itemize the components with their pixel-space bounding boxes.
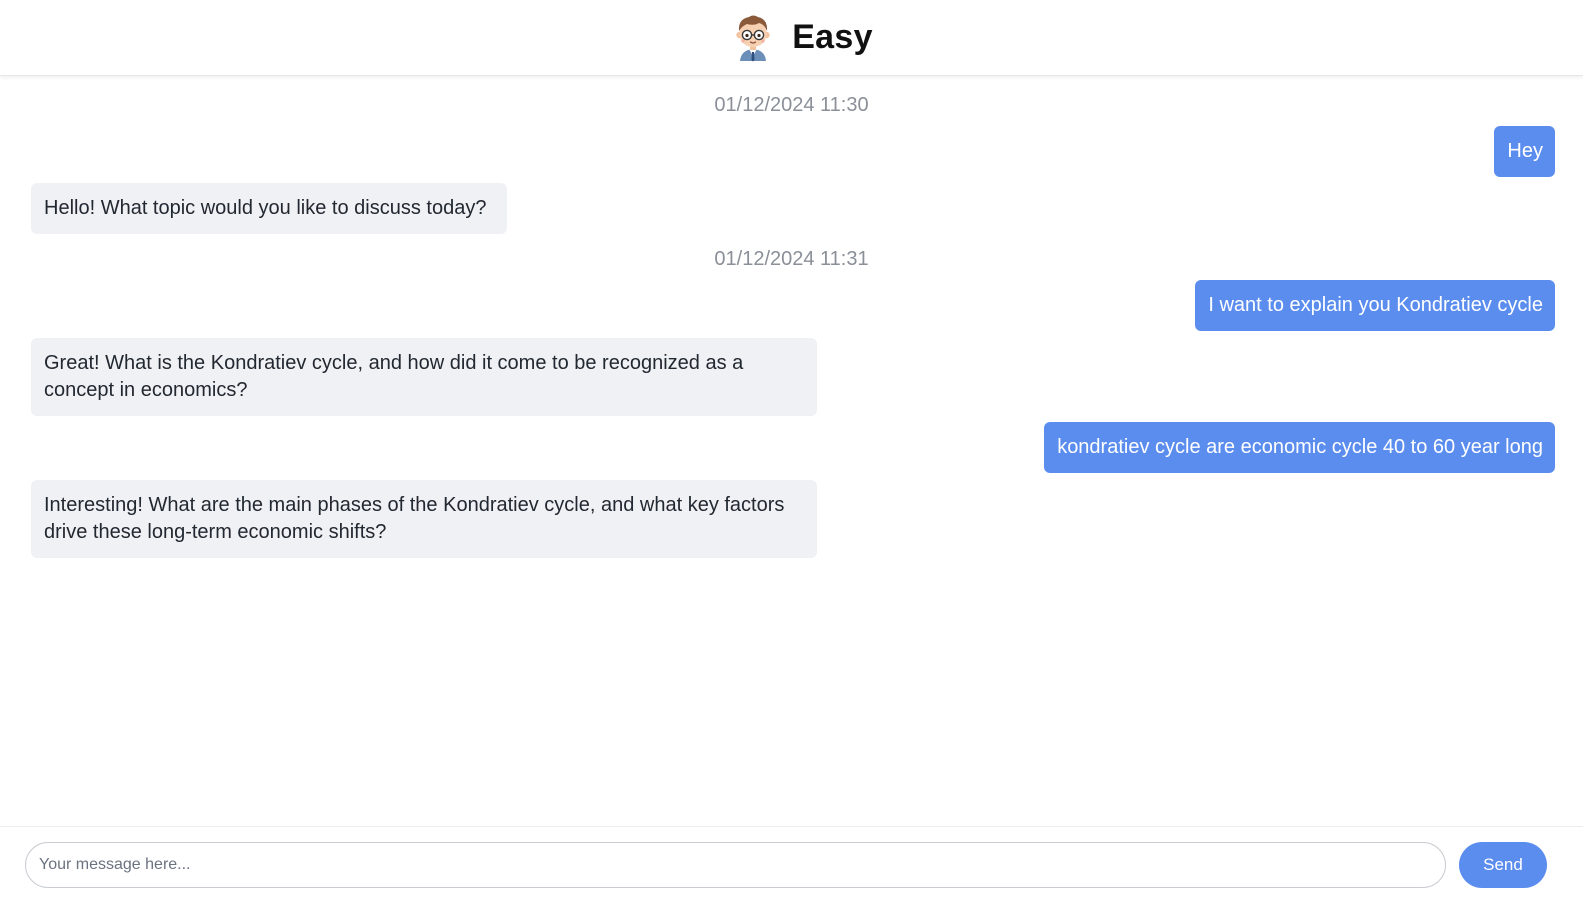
bot-message: Great! What is the Kondratiev cycle, and…	[31, 338, 817, 416]
send-button[interactable]: Send	[1459, 842, 1547, 888]
message-input[interactable]	[25, 842, 1446, 888]
message-list: 01/12/2024 11:30 Hey Hello! What topic w…	[0, 76, 1583, 826]
bot-message: Interesting! What are the main phases of…	[31, 480, 817, 558]
boy-with-glasses-avatar-icon	[736, 15, 770, 61]
user-message: kondratiev cycle are economic cycle 40 t…	[1044, 422, 1555, 473]
user-message: Hey	[1494, 126, 1555, 177]
brand: Easy	[732, 14, 873, 62]
message-timestamp: 01/12/2024 11:31	[714, 248, 869, 270]
bot-message: Hello! What topic would you like to disc…	[31, 183, 507, 234]
message-timestamp: 01/12/2024 11:30	[714, 94, 869, 116]
app-header: Easy	[0, 0, 1583, 76]
app-title: Easy	[792, 18, 873, 56]
message-composer: Send	[0, 826, 1583, 905]
chat-app: Easy 01/12/2024 11:30 Hey Hello! What to…	[0, 0, 1583, 905]
user-message: I want to explain you Kondratiev cycle	[1195, 280, 1555, 331]
